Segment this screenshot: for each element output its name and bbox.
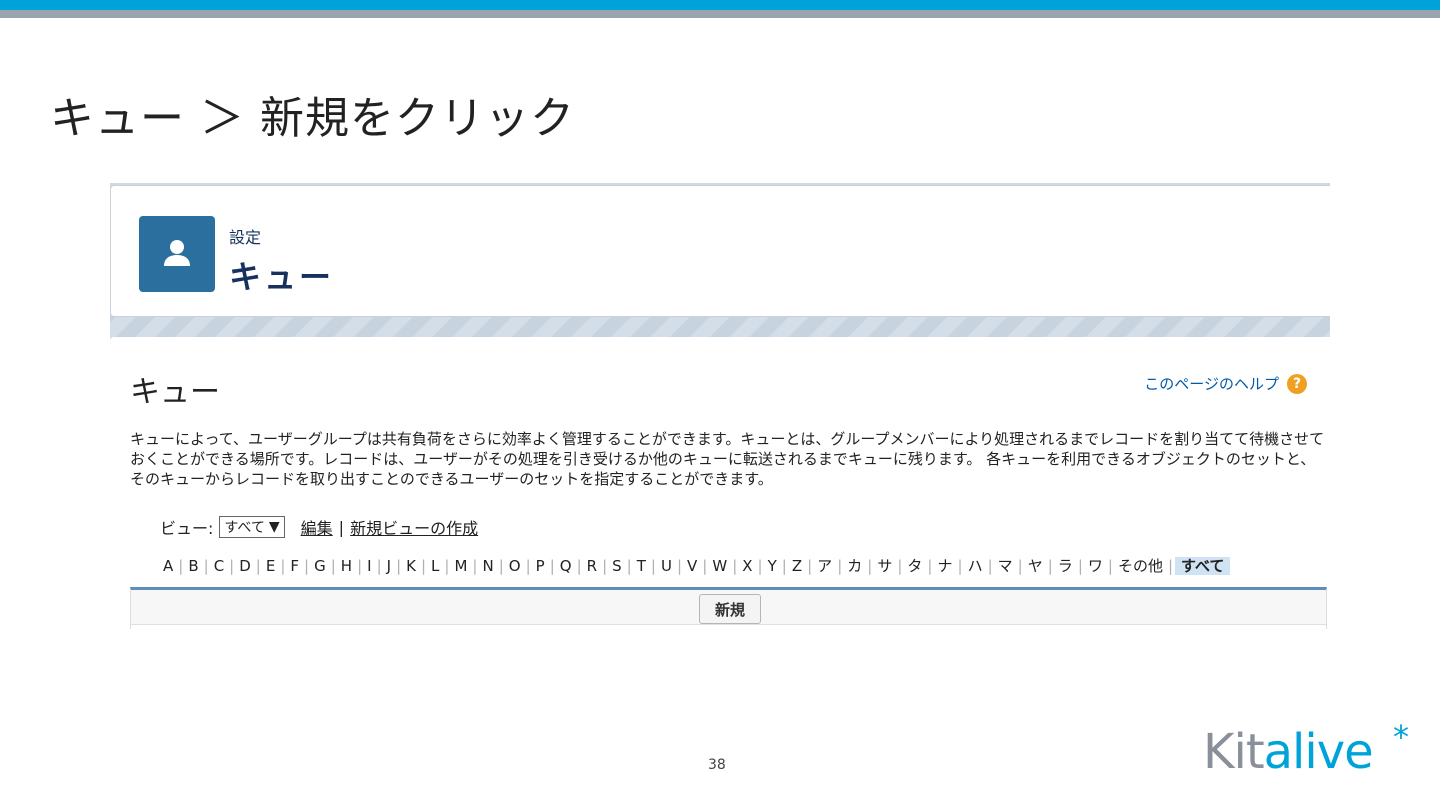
alphabet-filter-item[interactable]: J — [384, 557, 394, 575]
alphabet-divider: | — [498, 557, 504, 575]
setup-header: 設定 キュー — [110, 185, 1330, 317]
alphabet-filter-item[interactable]: E — [263, 557, 278, 575]
alphabet-filter-item[interactable]: L — [428, 557, 442, 575]
link-separator: | — [338, 517, 345, 537]
breadcrumb[interactable]: 設定 — [229, 224, 261, 248]
queue-content: キュー このページのヘルプ ? キューによって、ユーザーグループは共有負荷をさら… — [110, 337, 1330, 629]
alphabet-divider: | — [357, 557, 363, 575]
alphabet-divider: | — [602, 557, 608, 575]
alphabet-filter-item[interactable]: カ — [844, 557, 865, 575]
alphabet-divider: | — [957, 557, 963, 575]
alphabet-divider: | — [626, 557, 632, 575]
alphabet-filter-item[interactable]: O — [506, 557, 524, 575]
alphabet-divider: | — [702, 557, 708, 575]
alphabet-filter-item[interactable]: その他 — [1115, 557, 1166, 575]
alphabet-filter-item[interactable]: P — [533, 557, 548, 575]
alphabet-divider: | — [396, 557, 402, 575]
alphabet-filter-item[interactable]: H — [338, 557, 355, 575]
alphabet-filter-item[interactable]: ワ — [1085, 557, 1106, 575]
top-accent-bar — [0, 0, 1440, 10]
alphabet-filter-item[interactable]: B — [185, 557, 201, 575]
alphabet-divider: | — [650, 557, 656, 575]
asterisk-icon: * — [1393, 718, 1409, 756]
alphabet-filter-item[interactable]: S — [609, 557, 625, 575]
alphabet-divider: | — [781, 557, 787, 575]
alphabet-filter-item[interactable]: ハ — [965, 557, 986, 575]
top-grey-bar — [0, 10, 1440, 18]
alphabet-divider: | — [867, 557, 873, 575]
alphabet-filter-item[interactable]: F — [287, 557, 302, 575]
alphabet-filter-item[interactable]: タ — [904, 557, 925, 575]
alphabet-divider: | — [229, 557, 235, 575]
chevron-down-icon: ▼ — [268, 519, 280, 535]
alphabet-divider: | — [1167, 557, 1174, 575]
page-number: 38 — [708, 757, 726, 773]
alphabet-divider: | — [203, 557, 209, 575]
alphabet-divider: | — [987, 557, 993, 575]
alphabet-filter-item[interactable]: U — [658, 557, 675, 575]
alphabet-filter-item[interactable]: マ — [995, 557, 1016, 575]
alphabet-filter-item[interactable]: A — [160, 557, 176, 575]
alphabet-divider: | — [1017, 557, 1023, 575]
alphabet-filter-item[interactable]: ナ — [934, 557, 955, 575]
kitalive-logo: Kitalive * — [1203, 718, 1409, 780]
description-text: キューによって、ユーザーグループは共有負荷をさらに効率よく管理することができます… — [130, 430, 1325, 488]
alphabet-divider: | — [1107, 557, 1113, 575]
edit-view-link[interactable]: 編集 — [301, 515, 333, 539]
alphabet-divider: | — [1077, 557, 1083, 575]
alphabet-filter-item[interactable]: Z — [789, 557, 805, 575]
header-title: キュー — [229, 258, 335, 296]
alphabet-divider: | — [525, 557, 531, 575]
view-row: ビュー: すべて ▼ 編集 | 新規ビューの作成 — [160, 515, 478, 539]
alphabet-filter-item[interactable]: M — [451, 557, 470, 575]
alphabet-filter-item[interactable]: ラ — [1055, 557, 1076, 575]
alphabet-divider: | — [1047, 557, 1053, 575]
help-icon[interactable]: ? — [1287, 373, 1307, 394]
alphabet-divider: | — [376, 557, 382, 575]
alphabet-filter-item[interactable]: T — [634, 557, 649, 575]
screenshot-panel: 設定 キュー キュー このページのヘルプ ? キューによって、ユーザーグループは… — [110, 183, 1330, 629]
alphabet-filter-item[interactable]: サ — [874, 557, 895, 575]
alphabet-divider: | — [420, 557, 427, 575]
alphabet-filter-item[interactable]: ア — [814, 557, 835, 575]
alphabet-filter-item[interactable]: W — [709, 557, 730, 575]
alphabet-divider: | — [304, 557, 310, 575]
alphabet-filter-all[interactable]: すべて — [1175, 557, 1231, 575]
alphabet-divider: | — [330, 557, 336, 575]
queue-list: 新規 — [130, 587, 1327, 629]
alphabet-filter-item[interactable]: Q — [557, 557, 575, 575]
alphabet-filter-item[interactable]: V — [684, 557, 700, 575]
alphabet-divider: | — [549, 557, 555, 575]
help-link-label[interactable]: このページのヘルプ — [1144, 373, 1279, 394]
alphabet-divider: | — [807, 557, 813, 575]
alphabet-divider: | — [676, 557, 683, 575]
view-label: ビュー: — [160, 519, 214, 538]
alphabet-divider: | — [255, 557, 261, 575]
alphabet-filter-item[interactable]: G — [311, 557, 329, 575]
alphabet-filter-item[interactable]: R — [584, 557, 600, 575]
alphabet-divider: | — [757, 557, 763, 575]
alphabet-filter: A | B | C | D | E | F | G | H | I | J | K | L | M | N | O | P | Q | R | S | T |… — [160, 555, 1231, 576]
alphabet-filter-item[interactable]: I — [364, 557, 374, 575]
alphabet-divider: | — [178, 557, 184, 575]
alphabet-filter-item[interactable]: D — [236, 557, 254, 575]
view-select[interactable]: すべて ▼ — [219, 516, 285, 538]
slide-title: キュー ＞ 新規をクリック — [50, 93, 575, 144]
new-view-link[interactable]: 新規ビューの作成 — [350, 515, 478, 539]
alphabet-filter-item[interactable]: N — [479, 557, 496, 575]
alphabet-filter-item[interactable]: ヤ — [1025, 557, 1046, 575]
alphabet-divider: | — [576, 557, 582, 575]
alphabet-filter-item[interactable]: K — [403, 557, 419, 575]
alphabet-filter-item[interactable]: C — [211, 557, 227, 575]
help-link[interactable]: このページのヘルプ ? — [1144, 373, 1307, 394]
alphabet-filter-item[interactable]: X — [739, 557, 755, 575]
alphabet-divider: | — [837, 557, 843, 575]
alphabet-filter-item[interactable]: Y — [765, 557, 780, 575]
alphabet-divider: | — [732, 557, 738, 575]
page-title: キュー — [130, 375, 220, 410]
new-button[interactable]: 新規 — [699, 594, 761, 624]
view-select-value: すべて — [224, 520, 265, 536]
list-header-row — [131, 624, 1326, 629]
user-icon — [139, 216, 215, 292]
